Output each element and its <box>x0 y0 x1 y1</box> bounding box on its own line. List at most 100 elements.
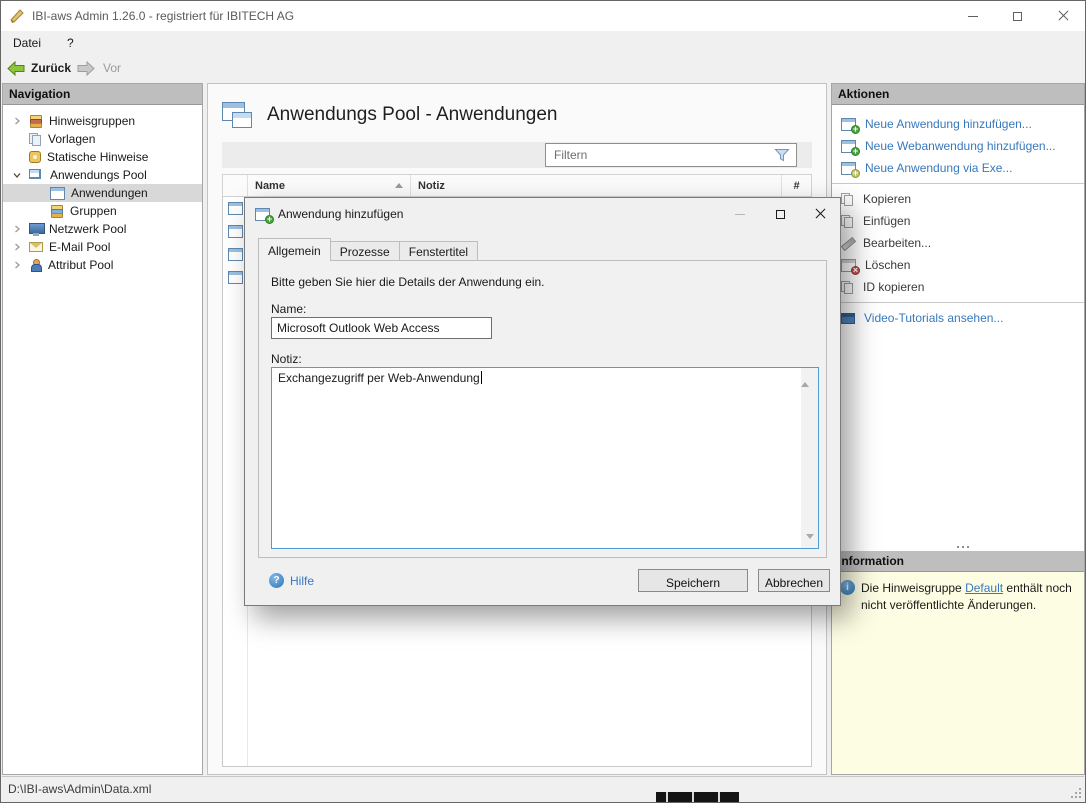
action-paste[interactable]: Einfügen <box>832 210 1084 232</box>
status-bar: D:\IBI-aws\Admin\Data.xml <box>2 776 1084 801</box>
forward-arrow-icon[interactable] <box>77 61 95 76</box>
back-button[interactable]: Zurück <box>31 61 71 75</box>
nav-item-netzwerk-pool[interactable]: Netzwerk Pool <box>3 220 202 238</box>
application-icon <box>50 187 65 200</box>
dialog-title-bar: + Anwendung hinzufügen <box>245 198 840 230</box>
navigation-header: Navigation <box>3 84 202 105</box>
background-taskbar-fragment <box>656 792 739 802</box>
add-application-dialog: + Anwendung hinzufügen Allgemein Prozess… <box>244 197 841 606</box>
splitter-handle[interactable] <box>957 546 959 548</box>
tab-prozesse[interactable]: Prozesse <box>331 241 400 261</box>
chevron-right-icon[interactable] <box>10 261 24 269</box>
information-content: i Die Hinweisgruppe Default enthält noch… <box>832 572 1084 774</box>
tab-allgemein[interactable]: Allgemein <box>258 238 331 261</box>
edit-icon <box>841 237 854 250</box>
actions-panel: Aktionen + Neue Anwendung hinzufügen... … <box>831 83 1085 775</box>
action-new-app-via-exe[interactable]: + Neue Anwendung via Exe... <box>832 157 1084 179</box>
column-notiz-label: Notiz <box>418 180 445 192</box>
chevron-right-icon[interactable] <box>10 225 24 233</box>
save-button[interactable]: Speichern <box>638 569 748 592</box>
nav-item-statische-hinweise[interactable]: Statische Hinweise <box>3 148 202 166</box>
nav-item-label: Gruppen <box>70 204 117 218</box>
name-input[interactable] <box>271 317 492 339</box>
menu-bar: Datei ? <box>1 31 1085 55</box>
column-name-label: Name <box>255 180 285 192</box>
filter-box <box>545 143 797 167</box>
column-count[interactable]: # <box>782 175 811 196</box>
window-icon <box>228 248 243 261</box>
table-header: Name Notiz # <box>222 174 812 197</box>
maximize-button[interactable] <box>995 1 1040 31</box>
navigation-panel: Navigation Hinweisgruppen Vorlagen Stati… <box>2 83 203 775</box>
action-new-application[interactable]: + Neue Anwendung hinzufügen... <box>832 113 1084 135</box>
menu-help[interactable]: ? <box>67 36 74 50</box>
action-new-webapp[interactable]: + Neue Webanwendung hinzufügen... <box>832 135 1084 157</box>
app-pool-icon <box>29 169 44 182</box>
minimize-button[interactable] <box>950 1 995 31</box>
copy-icon <box>841 193 854 206</box>
actions-separator <box>832 183 1084 184</box>
cancel-button[interactable]: Abbrechen <box>758 569 830 592</box>
note-label: Notiz: <box>271 352 302 366</box>
name-label: Name: <box>271 302 306 316</box>
navigation-tree: Hinweisgruppen Vorlagen Statische Hinwei… <box>3 105 202 274</box>
default-group-link[interactable]: Default <box>965 581 1003 595</box>
dialog-minimize-button <box>720 198 760 230</box>
resize-grip[interactable] <box>1079 796 1081 798</box>
nav-item-label: Statische Hinweise <box>47 150 148 164</box>
action-video-tutorials[interactable]: Video-Tutorials ansehen... <box>832 307 1084 329</box>
filter-funnel-icon[interactable] <box>774 148 790 162</box>
action-copy-id[interactable]: ID kopieren <box>832 276 1084 298</box>
groups-icon <box>50 205 64 218</box>
dialog-maximize-button[interactable] <box>760 198 800 230</box>
new-application-icon: + <box>841 118 856 131</box>
filter-strip <box>222 142 812 168</box>
textarea-scrollbar[interactable] <box>801 368 818 548</box>
close-button[interactable] <box>1040 1 1085 31</box>
action-label: Bearbeiten... <box>863 236 931 250</box>
dialog-footer: ? Hilfe Speichern Abbrechen <box>245 557 840 605</box>
text-caret <box>481 371 482 384</box>
information-header: Information <box>832 551 1084 572</box>
action-delete[interactable]: × Löschen <box>832 254 1084 276</box>
forward-button[interactable]: Vor <box>103 61 121 75</box>
email-pool-icon <box>29 242 43 252</box>
nav-item-attribut-pool[interactable]: Attribut Pool <box>3 256 202 274</box>
actions-list: + Neue Anwendung hinzufügen... + Neue We… <box>832 105 1084 329</box>
dialog-close-button[interactable] <box>800 198 840 230</box>
chevron-right-icon[interactable] <box>10 243 24 251</box>
nav-item-anwendungen[interactable]: Anwendungen <box>3 184 202 202</box>
action-edit[interactable]: Bearbeiten... <box>832 232 1084 254</box>
nav-item-hinweisgruppen[interactable]: Hinweisgruppen <box>3 112 202 130</box>
filter-input[interactable] <box>546 148 774 162</box>
nav-item-label: Anwendungen <box>71 186 148 200</box>
nav-item-vorlagen[interactable]: Vorlagen <box>3 130 202 148</box>
back-arrow-icon[interactable] <box>7 61 25 76</box>
page-header: Anwendungs Pool - Anwendungen <box>208 84 826 132</box>
nav-item-anwendungs-pool[interactable]: Anwendungs Pool <box>3 166 202 184</box>
menu-datei[interactable]: Datei <box>13 36 41 50</box>
chevron-down-icon[interactable] <box>10 171 24 179</box>
scroll-up-icon[interactable] <box>801 364 809 387</box>
nav-item-email-pool[interactable]: E-Mail Pool <box>3 238 202 256</box>
toolbar: Zurück Vor <box>1 55 1085 81</box>
tab-page-allgemein: Bitte geben Sie hier die Details der Anw… <box>258 260 827 558</box>
title-bar: IBI-aws Admin 1.26.0 - registriert für I… <box>1 1 1085 31</box>
scroll-down-icon[interactable] <box>806 534 814 543</box>
action-label: Neue Anwendung hinzufügen... <box>865 117 1032 131</box>
dialog-intro-text: Bitte geben Sie hier die Details der Anw… <box>271 275 545 289</box>
new-app-via-exe-icon: + <box>841 162 856 175</box>
new-webapp-icon: + <box>841 140 856 153</box>
column-icon[interactable] <box>223 175 248 196</box>
column-notiz[interactable]: Notiz <box>411 175 782 196</box>
action-copy[interactable]: Kopieren <box>832 188 1084 210</box>
note-textarea[interactable]: Exchangezugriff per Web-Anwendung <box>271 367 819 549</box>
status-file-path: D:\IBI-aws\Admin\Data.xml <box>8 782 151 796</box>
panel-spacer <box>832 329 1084 551</box>
help-link[interactable]: ? Hilfe <box>269 573 314 588</box>
chevron-right-icon[interactable] <box>10 117 24 125</box>
tab-fenstertitel[interactable]: Fenstertitel <box>400 241 478 261</box>
nav-item-gruppen[interactable]: Gruppen <box>3 202 202 220</box>
paste-icon <box>841 215 854 228</box>
column-name[interactable]: Name <box>248 175 411 196</box>
